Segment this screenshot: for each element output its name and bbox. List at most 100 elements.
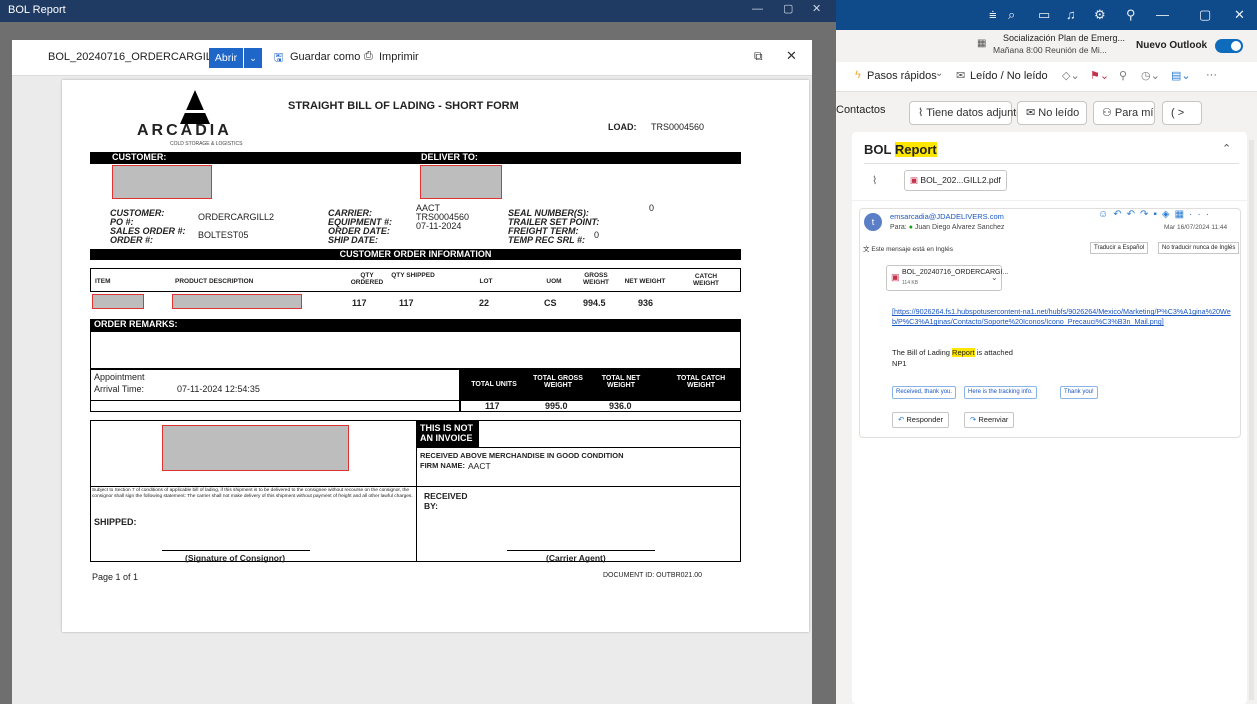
attachment-chip[interactable]: ▣ BOL_202...GILL2.pdf [904,170,1007,191]
appointment-box: Appointment Arrival Time: 07-11-2024 12:… [90,369,460,401]
translate-button[interactable]: Traducir a Español [1090,242,1149,254]
to-label: Para: [890,224,907,231]
carrier-agent: (Carrier Agent) [546,553,606,563]
totals-col: TOTAL UNITS [471,381,517,388]
reading-pane: BOL Report ⌃ ⌇ ▣ BOL_202...GILL2.pdf t e… [852,132,1247,704]
col-header: LOT [479,278,493,285]
logo-text: ARCADIA [137,122,232,139]
redacted-deliver-to [420,165,502,199]
body-post: is attached [974,348,1013,357]
customer-bar: CUSTOMER: DELIVER TO: [90,152,741,164]
close-icon[interactable]: ✕ [1234,7,1245,23]
popout-icon[interactable]: ⧉ [754,49,763,64]
col-header: UOM [546,278,562,285]
col-header: QTY ORDERED [350,272,384,286]
recipient-line: Para: ● Juan Diego Alvarez Sanchez [890,224,1004,231]
quick-steps-button[interactable]: Pasos rápidos [867,70,937,82]
total-net: 936.0 [609,401,632,411]
filter-to-me[interactable]: ⚇ Para mí [1093,101,1155,125]
sender[interactable]: emsarcadia@JDADELIVERS.com [890,212,1004,221]
received-condition: RECEIVED ABOVE MERCHANDISE IN GOOD CONDI… [420,451,624,460]
page-number: Page 1 of 1 [92,572,139,582]
clock-icon[interactable]: ◷⌄ [1141,69,1160,82]
scrollbar[interactable] [1249,140,1254,700]
forward-button[interactable]: ↷ Reenviar [964,412,1015,428]
filter-icon[interactable]: ⩧ [989,7,997,23]
document-id: DOCUMENT ID: OUTBR021.00 [603,572,703,579]
attachment-size: 114 KB [902,280,919,286]
bell-icon[interactable]: ♫ [1066,7,1076,22]
paperclip-icon: ⌇ [872,175,878,187]
more-icon[interactable]: ··· [1206,69,1217,81]
redacted-customer [112,165,212,199]
read-unread-button[interactable]: Leído / No leído [970,70,1048,82]
pdf-page: ARCADIA COLD STORAGE & LOGISTICS STRAIGH… [62,80,809,632]
chevron-down-icon[interactable]: ⌄ [991,273,998,282]
uom: CS [544,298,557,308]
save-icon: 🖫 [274,52,284,64]
order-value: BOLTEST05 [198,230,249,240]
field-label: SHIP DATE: [328,235,379,245]
rule [90,486,741,487]
gear-icon[interactable]: ⚙ [1094,7,1106,23]
tag-icon[interactable]: ◇⌄ [1062,69,1080,82]
col-header: NET WEIGHT [624,278,666,285]
close-icon[interactable]: ✕ [812,2,821,15]
body-link[interactable]: [https://9026264.fs1.hubspotusercontent-… [892,307,1234,327]
open-button[interactable]: Abrir [209,48,243,68]
pdf-icon: ▣ [891,272,900,282]
new-outlook-toggle[interactable] [1215,39,1243,53]
attachment-card[interactable]: ▣ BOL_20240716_ORDERCARGI... 114 KB ⌄ [886,265,1008,291]
mail-icon: ✉ [1026,107,1039,119]
firm-label: FIRM NAME: [420,461,465,470]
language-notice: 文 Este mensaje está en Inglés [863,243,953,253]
filter-more[interactable]: ( > [1162,101,1202,125]
rules-icon[interactable]: ▤⌄ [1171,69,1191,82]
minimize-icon[interactable]: — [1156,7,1169,22]
qty-shipped: 117 [399,298,414,308]
reply-label: Responder [906,415,944,424]
logo-subtext: COLD STORAGE & LOGISTICS [170,141,243,147]
lang-text: Este mensaje está en Inglés [871,246,953,253]
search-icon[interactable]: ⌕ [1008,7,1015,23]
pdf-viewer-window: BOL Report — ▢ ✕ BOL_20240716_ORDERCARGI… [0,0,836,704]
col-header: CATCH WEIGHT [693,273,719,287]
divider [864,163,1239,164]
divider [852,200,1247,201]
minimize-icon[interactable]: — [752,3,763,15]
arrival-value: 07-11-2024 12:54:35 [177,384,260,394]
chat-icon[interactable]: ▭ [1038,7,1050,23]
chevron-down-icon[interactable]: ⌄ [935,68,943,79]
print-button[interactable]: Imprimir [379,51,419,63]
suggested-reply[interactable]: Here is the tracking info. [964,386,1037,399]
suggested-reply[interactable]: Thank you! [1060,386,1098,399]
message-actions[interactable]: ☺↶↶↷▪◈▦··· [1098,209,1214,220]
avatar: t [864,213,882,231]
filter-attachments[interactable]: ⌇ Tiene datos adjuntos [909,101,1028,125]
reply-button[interactable]: ↶ Responder [892,412,950,428]
print-icon: ⎙ [364,50,373,62]
not-invoice-label: THIS IS NOT AN INVOICE [417,420,479,448]
flag-icon[interactable]: ⚑⌄ [1090,69,1109,82]
status-dot-icon: ● [908,224,913,231]
lightbulb-icon[interactable]: ⚲ [1126,7,1136,23]
save-as-button[interactable]: Guardar como [290,51,360,63]
close-viewer-icon[interactable]: ✕ [786,48,797,64]
filter-unread[interactable]: ✉ No leído [1017,101,1087,125]
envelope-open-icon: ✉ [956,70,966,82]
notification-title[interactable]: Socialización Plan de Emerg... [1003,33,1125,43]
filter-contacts[interactable]: Contactos [836,104,886,116]
subject-text: BOL [864,142,895,157]
net-weight: 936 [638,298,654,308]
right-fields: SEAL NUMBER(S): 0 TRAILER SET POINT: FREI… [508,203,708,245]
forward-label: Reenviar [978,415,1009,424]
maximize-icon[interactable]: ▢ [1199,7,1211,23]
paperclip-icon: ⌇ [918,107,927,119]
arrival-label: Arrival Time: [94,384,145,394]
pin-icon[interactable]: ⚲ [1119,69,1127,82]
suggested-reply[interactable]: Received, thank you. [892,386,957,399]
maximize-icon[interactable]: ▢ [783,2,793,15]
collapse-icon[interactable]: ⌃ [1222,142,1231,155]
chevron-down-icon[interactable]: ⌄ [244,48,262,68]
never-translate-button[interactable]: No traducir nunca de Inglés [1158,242,1240,254]
